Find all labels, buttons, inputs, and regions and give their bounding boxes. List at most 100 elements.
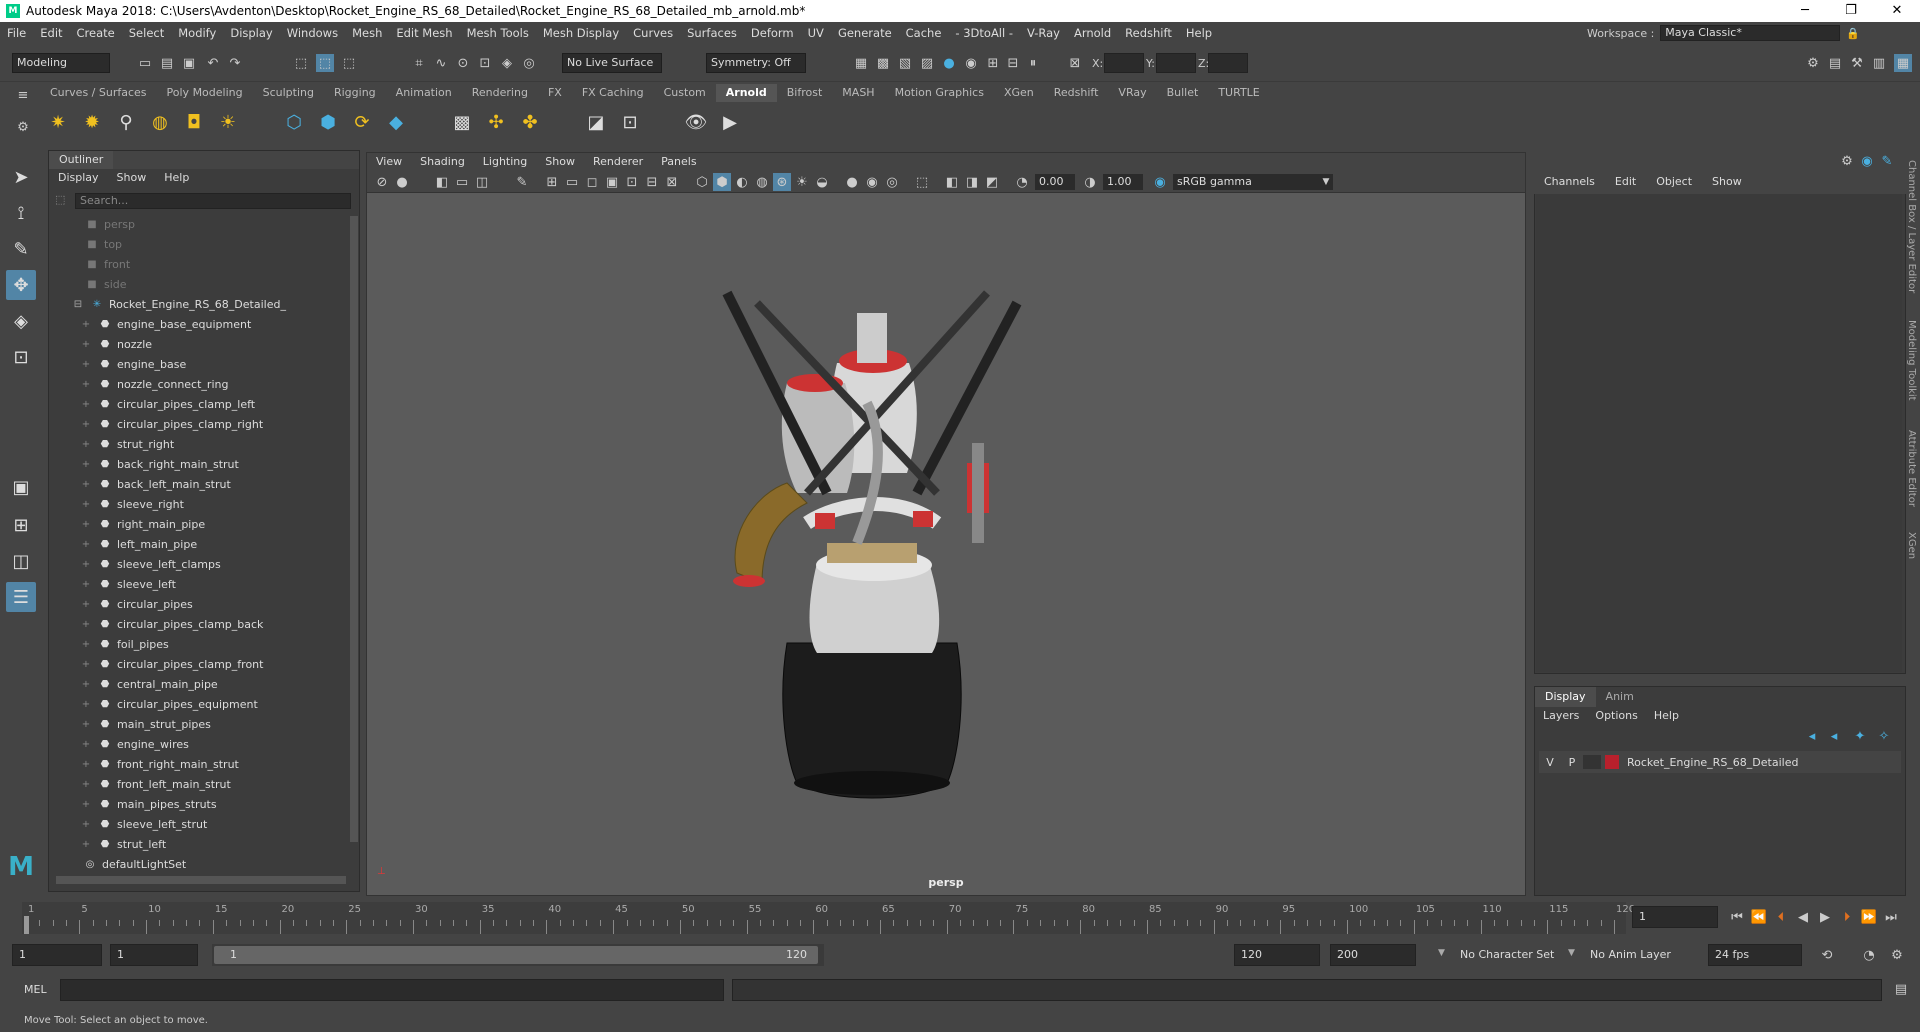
- menu-cache[interactable]: Cache: [899, 26, 949, 40]
- outliner-item[interactable]: + ⬣ right_main_pipe: [49, 515, 349, 535]
- isolate-select-icon[interactable]: ⬚: [913, 173, 931, 191]
- snap-grid-icon[interactable]: ⌗: [410, 54, 428, 72]
- rocket-engine-model[interactable]: [717, 243, 1137, 803]
- menu-uv[interactable]: UV: [801, 26, 831, 40]
- outliner-horizontal-scrollbar[interactable]: [56, 876, 346, 884]
- shelf-tab-custom[interactable]: Custom: [654, 84, 716, 102]
- select-camera-icon[interactable]: ⊘: [373, 173, 391, 191]
- expand-icon[interactable]: +: [79, 735, 93, 755]
- menu-select[interactable]: Select: [122, 26, 171, 40]
- shelf-tab-turtle[interactable]: TURTLE: [1208, 84, 1269, 102]
- outliner-item[interactable]: + ⬣ engine_base_equipment: [49, 315, 349, 335]
- outliner-item[interactable]: + ⬣ circular_pipes_clamp_left: [49, 395, 349, 415]
- side-tab-channel-box[interactable]: Channel Box / Layer Editor: [1906, 160, 1917, 293]
- playback-start-input[interactable]: 1: [110, 944, 198, 966]
- new-layer-icon[interactable]: ✦: [1851, 727, 1869, 745]
- menu-modify[interactable]: Modify: [171, 26, 223, 40]
- tx-manager-icon[interactable]: ◪: [582, 108, 610, 136]
- render-region-icon[interactable]: ⊞: [984, 54, 1002, 72]
- expand-icon[interactable]: +: [79, 655, 93, 675]
- menu-3dtoall[interactable]: - 3DtoAll -: [948, 26, 1020, 40]
- four-view-layout-icon[interactable]: ⊞: [6, 510, 36, 540]
- shelf-tab-redshift[interactable]: Redshift: [1044, 84, 1109, 102]
- outliner-item[interactable]: + ⬣ sleeve_left_clamps: [49, 555, 349, 575]
- outliner-item[interactable]: + ⬣ strut_left: [49, 835, 349, 855]
- menu-arnold[interactable]: Arnold: [1067, 26, 1118, 40]
- grease-pencil-icon[interactable]: ✎: [513, 173, 531, 191]
- lasso-tool-icon[interactable]: ⟟: [6, 198, 36, 228]
- open-scene-icon[interactable]: ▤: [158, 54, 176, 72]
- viewport-menu-show[interactable]: Show: [536, 153, 584, 171]
- outliner-item-top[interactable]: ■ top: [49, 235, 349, 255]
- side-tab-attribute-editor[interactable]: Attribute Editor: [1906, 430, 1917, 507]
- character-set-chevron-icon[interactable]: ▼: [1438, 948, 1445, 958]
- shelf-tab-fx[interactable]: FX: [538, 84, 572, 102]
- curve-collector-icon[interactable]: ⟳: [348, 108, 376, 136]
- shelf-tab-xgen[interactable]: XGen: [994, 84, 1044, 102]
- outliner-layout-icon[interactable]: ☰: [6, 582, 36, 612]
- current-time-marker[interactable]: [24, 916, 29, 934]
- fps-dropdown[interactable]: 24 fps: [1708, 944, 1802, 966]
- close-button[interactable]: ✕: [1874, 0, 1920, 22]
- select-object-icon[interactable]: ⬚: [316, 54, 334, 72]
- flush-all-caches-icon[interactable]: ✤: [516, 108, 544, 136]
- smooth-shade-icon[interactable]: ⬢: [713, 173, 731, 191]
- outliner-item[interactable]: + ⬣ back_right_main_strut: [49, 455, 349, 475]
- expand-icon[interactable]: +: [79, 815, 93, 835]
- skydome-light-icon[interactable]: ◍: [146, 108, 174, 136]
- shelf-tab-fx-caching[interactable]: FX Caching: [572, 84, 654, 102]
- layer-move-up-icon[interactable]: ◂: [1803, 727, 1821, 745]
- play-backwards-icon[interactable]: ◀: [1794, 908, 1812, 926]
- go-to-start-icon[interactable]: ⏮: [1728, 908, 1746, 926]
- layer-visibility-toggle[interactable]: V: [1539, 756, 1561, 769]
- menu-mesh-tools[interactable]: Mesh Tools: [460, 26, 536, 40]
- arnold-render-view-icon[interactable]: ▶: [716, 108, 744, 136]
- safe-action-icon[interactable]: ⊟: [643, 173, 661, 191]
- outliner-item-light-set[interactable]: ◎ defaultLightSet: [49, 855, 349, 875]
- shelf-tab-rigging[interactable]: Rigging: [324, 84, 386, 102]
- layer-playback-toggle[interactable]: P: [1561, 756, 1583, 769]
- multisample-aa-icon[interactable]: ◉: [863, 173, 881, 191]
- layer-tab-anim[interactable]: Anim: [1596, 687, 1644, 707]
- shelf-tab-animation[interactable]: Animation: [386, 84, 462, 102]
- export-standin-icon[interactable]: ⬢: [314, 108, 342, 136]
- outliner-item[interactable]: + ⬣ foil_pipes: [49, 635, 349, 655]
- depth-of-field-icon[interactable]: ◎: [883, 173, 901, 191]
- shelf-tab-vray[interactable]: VRay: [1108, 84, 1156, 102]
- gate-mask-icon[interactable]: ▣: [603, 173, 621, 191]
- expand-icon[interactable]: +: [79, 455, 93, 475]
- mode-dropdown[interactable]: Modeling: [12, 53, 110, 73]
- mel-input[interactable]: [60, 979, 724, 1001]
- render-view-icon[interactable]: ▦: [852, 54, 870, 72]
- shadows-icon[interactable]: ☀: [793, 173, 811, 191]
- shelf-tab-curves-surfaces[interactable]: Curves / Surfaces: [40, 84, 157, 102]
- wireframe-icon[interactable]: ⬡: [693, 173, 711, 191]
- move-tool-icon[interactable]: ✥: [6, 270, 36, 300]
- outliner-item[interactable]: + ⬣ circular_pipes_clamp_front: [49, 655, 349, 675]
- chevron-down-icon[interactable]: ▼: [1317, 173, 1335, 191]
- menu-help[interactable]: Help: [1179, 26, 1219, 40]
- volume-icon[interactable]: ◆: [382, 108, 410, 136]
- range-slider-handle[interactable]: 1 120: [214, 946, 818, 964]
- expand-icon[interactable]: +: [79, 695, 93, 715]
- gamma-icon[interactable]: ◑: [1081, 173, 1099, 191]
- viewport-menu-view[interactable]: View: [367, 153, 411, 171]
- anim-layer-chevron-icon[interactable]: ▼: [1568, 948, 1575, 958]
- safe-title-icon[interactable]: ⊠: [663, 173, 681, 191]
- outliner-item[interactable]: + ⬣ circular_pipes_clamp_back: [49, 615, 349, 635]
- field-chart-icon[interactable]: ⊡: [623, 173, 641, 191]
- range-slider-track[interactable]: 1 120: [212, 944, 824, 966]
- outliner-item-persp[interactable]: ■ persp: [49, 215, 349, 235]
- 2d-pan-zoom-icon[interactable]: ◫: [473, 173, 491, 191]
- physical-sky-icon[interactable]: ☀: [214, 108, 242, 136]
- gamma-input[interactable]: 1.00: [1103, 174, 1143, 190]
- menu-surfaces[interactable]: Surfaces: [680, 26, 744, 40]
- undo-icon[interactable]: ↶: [204, 54, 222, 72]
- viewport-menu-lighting[interactable]: Lighting: [474, 153, 536, 171]
- expand-icon[interactable]: +: [79, 435, 93, 455]
- menu-file[interactable]: File: [0, 26, 33, 40]
- expand-icon[interactable]: +: [79, 575, 93, 595]
- new-scene-icon[interactable]: ▭: [136, 54, 154, 72]
- auto-key-icon[interactable]: ◔: [1860, 946, 1878, 964]
- expand-icon[interactable]: +: [79, 675, 93, 695]
